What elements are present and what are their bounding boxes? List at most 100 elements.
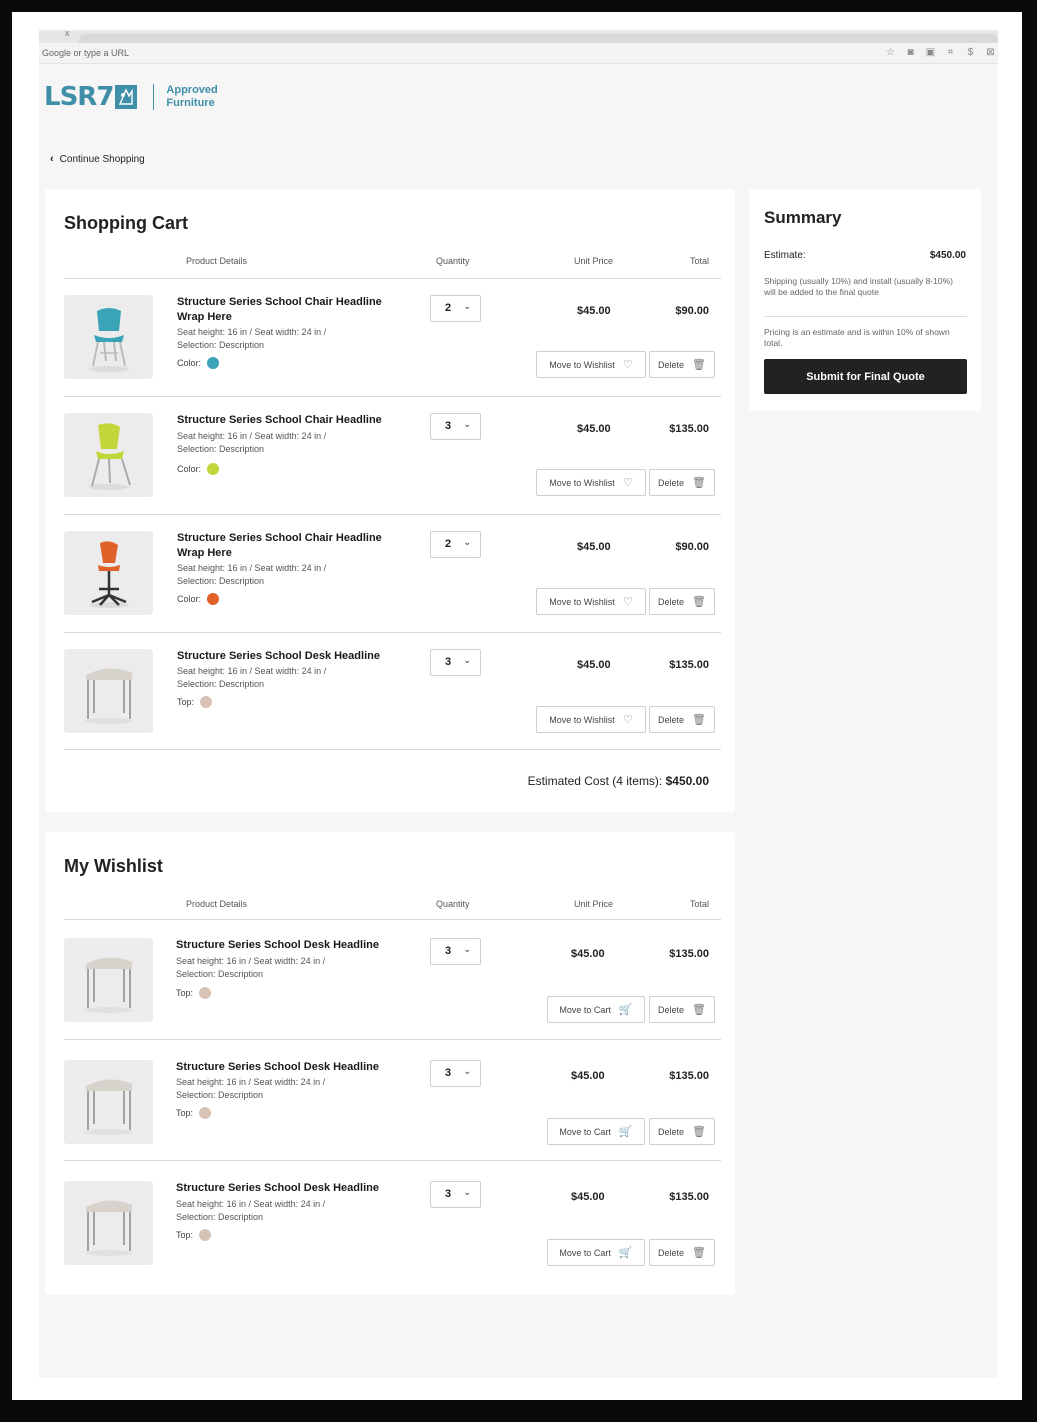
delete-label: Delete (658, 359, 685, 370)
product-image[interactable] (64, 413, 153, 497)
delete-button[interactable]: Delete 🗑 (649, 1239, 715, 1266)
product-image[interactable] (64, 295, 153, 379)
product-name[interactable]: Structure Series School Desk Headline (176, 1181, 396, 1196)
quantity-select[interactable]: 2 ⌄ (430, 531, 481, 558)
product-name-line1: Structure Series School Chair Headline (177, 532, 382, 544)
col-quantity: Quantity (436, 899, 470, 909)
delete-button[interactable]: Delete 🗑 (649, 706, 715, 733)
product-name[interactable]: Structure Series School Desk Headline (176, 938, 396, 953)
product-spec-line1: Seat height: 16 in / Seat width: 24 in / (177, 431, 327, 441)
delete-label: Delete (658, 1126, 685, 1137)
product-name-line1: Structure Series School Desk Headline (176, 1182, 379, 1194)
product-image[interactable] (64, 1060, 153, 1144)
trash-icon: 🗑 (692, 477, 706, 489)
delete-button[interactable]: Delete 🗑 (649, 469, 715, 496)
product-color: Color: (177, 357, 220, 369)
product-image[interactable] (64, 649, 153, 733)
delete-label: Delete (658, 596, 685, 607)
browser-tab[interactable] (79, 34, 998, 43)
quantity-select[interactable]: 2 ⌄ (430, 295, 481, 322)
quantity-select[interactable]: 3 ⌄ (430, 649, 481, 676)
camera-icon[interactable]: ◙ (905, 47, 916, 58)
move-to-wishlist-button[interactable]: Move to Wishlist ♡ (536, 469, 646, 496)
crop-icon[interactable]: ⌗ (945, 47, 956, 58)
heart-icon: ♡ (622, 359, 633, 371)
product-top-finish: Top: (177, 696, 213, 708)
submit-final-quote-button[interactable]: Submit for Final Quote (764, 359, 967, 394)
cart-icon: 🛒 (618, 1004, 633, 1016)
product-image[interactable] (64, 1181, 153, 1265)
chevron-down-icon: ⌄ (463, 419, 471, 429)
trash-icon: 🗑 (692, 714, 706, 726)
chevron-down-icon: ⌄ (463, 944, 471, 954)
product-image[interactable] (64, 531, 153, 615)
cart-icon: 🛒 (618, 1126, 633, 1138)
chevron-down-icon: ⌄ (463, 301, 471, 311)
line-total: $135.00 (669, 423, 709, 435)
top-label: Top: (176, 988, 194, 998)
product-name-line1: Structure Series School Desk Headline (177, 650, 380, 662)
address-input[interactable]: Google or type a URL (42, 48, 129, 58)
continue-shopping-link[interactable]: ‹ Continue Shopping (50, 153, 145, 165)
browser-toolbar: ☆ ◙ ▣ ⌗ $ ⊠ (885, 47, 996, 58)
move-to-wishlist-button[interactable]: Move to Wishlist ♡ (536, 706, 646, 733)
move-to-wishlist-button[interactable]: Move to Wishlist ♡ (536, 351, 646, 378)
product-spec-line1: Seat height: 16 in / Seat width: 24 in / (177, 666, 327, 676)
move-to-cart-button[interactable]: Move to Cart 🛒 (547, 996, 645, 1023)
move-to-cart-button[interactable]: Move to Cart 🛒 (547, 1118, 645, 1145)
delete-button[interactable]: Delete 🗑 (649, 996, 715, 1023)
trash-icon: 🗑 (692, 596, 706, 608)
summary-title: Summary (764, 208, 842, 227)
product-name[interactable]: Structure Series School Chair Headline W… (177, 531, 397, 561)
product-top-finish: Top: (176, 987, 212, 999)
product-name[interactable]: Structure Series School Desk Headline (177, 649, 397, 664)
product-spec-line2: Selection: Description (177, 679, 265, 689)
continue-shopping-label: Continue Shopping (59, 153, 145, 165)
col-unit-price: Unit Price (574, 256, 614, 266)
quantity-value: 2 (445, 302, 452, 314)
quantity-value: 3 (445, 420, 452, 432)
product-name[interactable]: Structure Series School Chair Headline W… (177, 295, 397, 325)
product-name[interactable]: Structure Series School Chair Headline (177, 413, 397, 428)
extension-icon[interactable]: ▣ (925, 47, 936, 58)
address-bar[interactable]: Google or type a URL ☆ ◙ ▣ ⌗ $ ⊠ (39, 44, 998, 64)
move-to-cart-button[interactable]: Move to Cart 🛒 (547, 1239, 645, 1266)
estimated-cost: Estimated Cost (4 items): $450.00 (528, 774, 709, 788)
move-to-wishlist-label: Move to Wishlist (549, 596, 615, 607)
logo-divider (153, 84, 155, 110)
product-name[interactable]: Structure Series School Desk Headline (176, 1060, 396, 1075)
delete-button[interactable]: Delete 🗑 (649, 351, 715, 378)
divider (64, 1160, 721, 1161)
line-total: $90.00 (675, 541, 709, 553)
product-name-line1: Structure Series School Desk Headline (176, 939, 379, 951)
site-logo[interactable]: LSR7 Approved Furniture (44, 82, 218, 112)
close-icon[interactable]: ⊠ (985, 47, 996, 58)
wishlist-title: My Wishlist (64, 856, 163, 876)
tab-close-icon[interactable]: x (65, 28, 70, 38)
quantity-select[interactable]: 3 ⌄ (430, 938, 481, 965)
star-icon[interactable]: ☆ (885, 47, 896, 58)
product-spec-line2: Selection: Description (176, 1212, 264, 1222)
pricing-note: Pricing is an estimate and is within 10%… (764, 327, 950, 348)
wishlist-item: Structure Series School Desk Headline Se… (64, 1044, 721, 1162)
color-swatch (207, 593, 220, 605)
delete-label: Delete (658, 477, 685, 488)
move-to-wishlist-button[interactable]: Move to Wishlist ♡ (536, 588, 646, 615)
product-image[interactable] (64, 938, 153, 1022)
dollar-icon[interactable]: $ (965, 47, 976, 58)
product-name-line1: Structure Series School Chair Headline (177, 296, 382, 308)
quantity-select[interactable]: 3 ⌄ (430, 413, 481, 440)
cart-item: Structure Series School Chair Headline W… (64, 515, 721, 633)
chevron-down-icon: ⌄ (463, 1066, 471, 1076)
quantity-select[interactable]: 3 ⌄ (430, 1060, 481, 1087)
chevron-left-icon: ‹ (50, 153, 54, 165)
cart-icon: 🛒 (618, 1247, 633, 1259)
product-name-line2: Wrap Here (177, 547, 232, 559)
col-quantity: Quantity (436, 256, 470, 266)
heart-icon: ♡ (622, 714, 633, 726)
quantity-select[interactable]: 3 ⌄ (430, 1181, 481, 1208)
product-spec-line1: Seat height: 16 in / Seat width: 24 in / (177, 563, 327, 573)
delete-button[interactable]: Delete 🗑 (649, 1118, 715, 1145)
product-spec-line1: Seat height: 16 in / Seat width: 24 in / (176, 1199, 326, 1209)
delete-button[interactable]: Delete 🗑 (649, 588, 715, 615)
